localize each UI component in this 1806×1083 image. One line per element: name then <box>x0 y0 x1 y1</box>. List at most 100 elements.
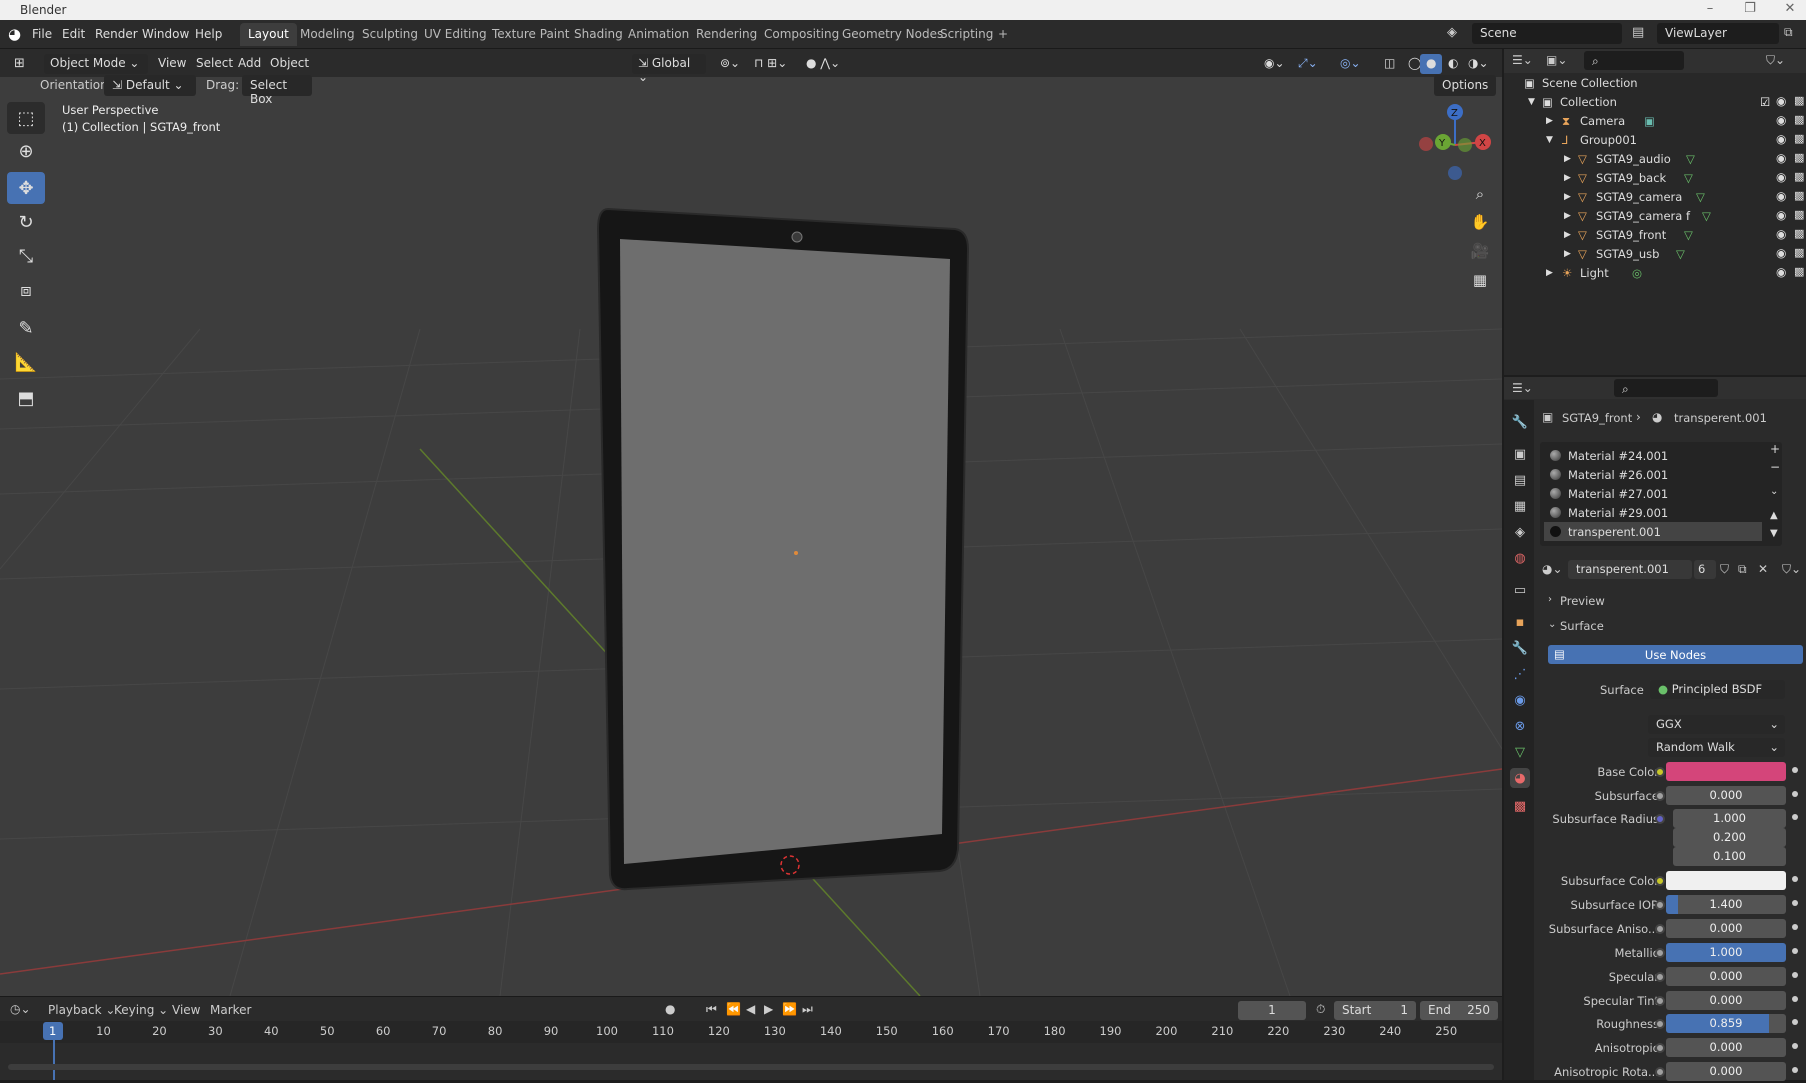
material-slot[interactable]: Material #29.001 <box>1544 503 1762 522</box>
scene-tab-icon[interactable]: ◈ <box>1510 522 1530 542</box>
properties-editor-icon[interactable]: ☰⌄ <box>1512 381 1533 395</box>
timeline-scrollbar[interactable] <box>8 1064 1494 1070</box>
collection-checkbox[interactable]: ☑ <box>1760 95 1770 109</box>
mesh-data-icon[interactable]: ▽ <box>1676 247 1685 261</box>
timeline-editor-icon[interactable]: ◷⌄ <box>10 1002 31 1016</box>
camera-render-icon[interactable]: ▩ <box>1794 265 1804 278</box>
camera-data-icon[interactable]: ▣ <box>1644 114 1655 128</box>
distribution-dropdown[interactable]: GGX ⌄ <box>1648 715 1785 734</box>
jump-end-icon[interactable]: ⏭ <box>802 1002 813 1017</box>
annotate-tool-icon[interactable]: ✎ <box>7 312 45 344</box>
keyframe-dot-icon[interactable] <box>1792 972 1798 978</box>
subsurface-radius-z[interactable]: 0.100 <box>1673 847 1786 866</box>
chevron-right-icon[interactable]: ▶ <box>1564 154 1571 164</box>
menu-window[interactable]: Window <box>142 27 189 41</box>
eye-icon[interactable]: ◉ <box>1776 113 1786 127</box>
subsurface-radius-x[interactable]: 1.000 <box>1673 809 1786 828</box>
mesh-data-icon[interactable]: ▽ <box>1702 209 1711 223</box>
subsurface-radius-y[interactable]: 0.200 <box>1673 828 1786 847</box>
slot-menu-chevron-down-icon[interactable]: ⌄ <box>1770 486 1778 497</box>
material-users-count[interactable]: 6 <box>1694 560 1716 579</box>
light-data-icon[interactable]: ◎ <box>1632 266 1642 280</box>
keyframe-dot-icon[interactable] <box>1792 1043 1798 1049</box>
tab-uv-editing[interactable]: UV Editing <box>416 23 495 46</box>
tab-layout[interactable]: Layout <box>240 23 297 46</box>
surface-panel-header[interactable]: ⌄ Surface <box>1542 615 1806 637</box>
camera-render-icon[interactable]: ▩ <box>1794 170 1804 183</box>
object-tab-icon[interactable]: ▪ <box>1510 612 1530 632</box>
material-slot[interactable]: Material #26.001 <box>1544 465 1762 484</box>
collection-row[interactable]: ▼ ▣ Collection ☑ ◉ ▩ <box>1504 92 1806 111</box>
proportional-edit-icon[interactable]: ● ⋀⌄ <box>800 54 846 74</box>
move-down-icon[interactable]: ▼ <box>1770 528 1778 539</box>
display-mode-icon[interactable]: ▣⌄ <box>1546 53 1567 67</box>
jump-start-icon[interactable]: ⏮ <box>706 1002 717 1017</box>
collection-tab-icon[interactable]: ▭ <box>1510 580 1530 600</box>
add-workspace-button[interactable]: + <box>990 23 1016 46</box>
subsurface-ior-value[interactable]: 1.400 <box>1666 895 1786 914</box>
physics-tab-icon[interactable]: ◉ <box>1510 690 1530 710</box>
gizmo-toggle-icon[interactable]: ⤢⌄ <box>1292 54 1324 74</box>
close-button[interactable]: ✕ <box>1770 1 1806 16</box>
anisotropic-rotation-value[interactable]: 0.000 <box>1666 1062 1786 1081</box>
outliner-item-sgta9-camera[interactable]: ▶ ▽ SGTA9_camera ▽ ◉ ▩ <box>1504 187 1806 206</box>
snap-icon[interactable]: ⊓ ⊞⌄ <box>748 54 793 74</box>
cursor-tool-icon[interactable]: ⊕ <box>7 135 45 167</box>
menu-help[interactable]: Help <box>195 27 222 41</box>
eye-icon[interactable]: ◉ <box>1776 170 1786 184</box>
keyframe-dot-icon[interactable] <box>1792 996 1798 1002</box>
auto-keying-record-icon[interactable]: ● <box>665 1002 675 1016</box>
outliner-item-group001[interactable]: ▼ ⅃ Group001 ◉ ▩ <box>1504 130 1806 149</box>
menu-object[interactable]: Object <box>264 54 315 74</box>
navigation-gizmo[interactable]: Z X Y <box>1410 100 1500 190</box>
subsurface-color-swatch[interactable] <box>1666 871 1786 890</box>
subsurface-aniso-value[interactable]: 0.000 <box>1666 919 1786 938</box>
unlink-material-icon[interactable]: ✕ <box>1758 562 1768 576</box>
blender-logo-icon[interactable]: ◕ <box>8 25 21 43</box>
drag-dropdown[interactable]: Select Box <box>242 75 312 106</box>
playback-menu[interactable]: Playback ⌄ <box>48 1003 115 1017</box>
vector-socket-icon[interactable] <box>1655 814 1665 824</box>
rendered-shading-icon[interactable]: ◑⌄ <box>1462 54 1495 74</box>
view-layer-tab-icon[interactable]: ▦ <box>1510 496 1530 516</box>
keying-menu[interactable]: Keying ⌄ <box>114 1003 168 1017</box>
view-layer-selector[interactable]: ViewLayer <box>1657 23 1779 44</box>
rotate-tool-icon[interactable]: ↻ <box>7 206 45 238</box>
keyframe-dot-icon[interactable] <box>1792 791 1798 797</box>
menu-render[interactable]: Render <box>95 27 138 41</box>
chevron-right-icon[interactable]: ▶ <box>1546 268 1553 278</box>
float-socket-icon[interactable] <box>1655 791 1665 801</box>
chevron-right-icon[interactable]: ▶ <box>1564 230 1571 240</box>
float-socket-icon[interactable] <box>1655 996 1665 1006</box>
material-browse-icon[interactable]: ◕⌄ <box>1542 562 1563 576</box>
material-slot[interactable]: Material #27.001 <box>1544 484 1762 503</box>
chevron-right-icon[interactable]: ▶ <box>1564 173 1571 183</box>
keyframe-dot-icon[interactable] <box>1792 924 1798 930</box>
add-slot-button[interactable]: + <box>1770 442 1780 456</box>
mesh-data-icon[interactable]: ▽ <box>1686 152 1695 166</box>
menu-file[interactable]: File <box>32 27 52 41</box>
tab-texture-paint[interactable]: Texture Paint <box>484 23 577 46</box>
camera-render-icon[interactable]: ▩ <box>1794 189 1804 202</box>
add-view-layer-icon[interactable]: ⧉ <box>1784 25 1793 40</box>
base-color-swatch[interactable] <box>1666 762 1786 781</box>
surface-shader-selector[interactable]: ● Principled BSDF <box>1650 680 1785 699</box>
pivot-icon[interactable]: ⊚⌄ <box>714 54 746 74</box>
zoom-icon[interactable]: ⌕ <box>1466 180 1494 208</box>
menu-add[interactable]: Add <box>232 54 267 74</box>
solid-shading-icon[interactable]: ● <box>1420 54 1443 74</box>
tab-modeling[interactable]: Modeling <box>292 23 363 46</box>
scene-collection-row[interactable]: ▣ Scene Collection <box>1504 73 1806 92</box>
data-tab-icon[interactable]: ▽ <box>1510 742 1530 762</box>
use-nodes-button[interactable]: ▤ Use Nodes <box>1548 645 1803 664</box>
select-box-tool-icon[interactable]: ⬚ <box>7 102 45 134</box>
float-socket-icon[interactable] <box>1655 1019 1665 1029</box>
visibility-icon[interactable]: ◉⌄ <box>1258 54 1291 74</box>
material-tab-icon[interactable]: ◕ <box>1510 768 1530 788</box>
end-frame-field[interactable]: End 250 <box>1420 1001 1498 1020</box>
camera-render-icon[interactable]: ▩ <box>1794 113 1804 126</box>
minimize-button[interactable]: – <box>1690 1 1730 16</box>
specular-tint-value[interactable]: 0.000 <box>1666 991 1786 1010</box>
properties-search-input[interactable]: ⌕ <box>1614 379 1718 397</box>
output-tab-icon[interactable]: ▤ <box>1510 470 1530 490</box>
